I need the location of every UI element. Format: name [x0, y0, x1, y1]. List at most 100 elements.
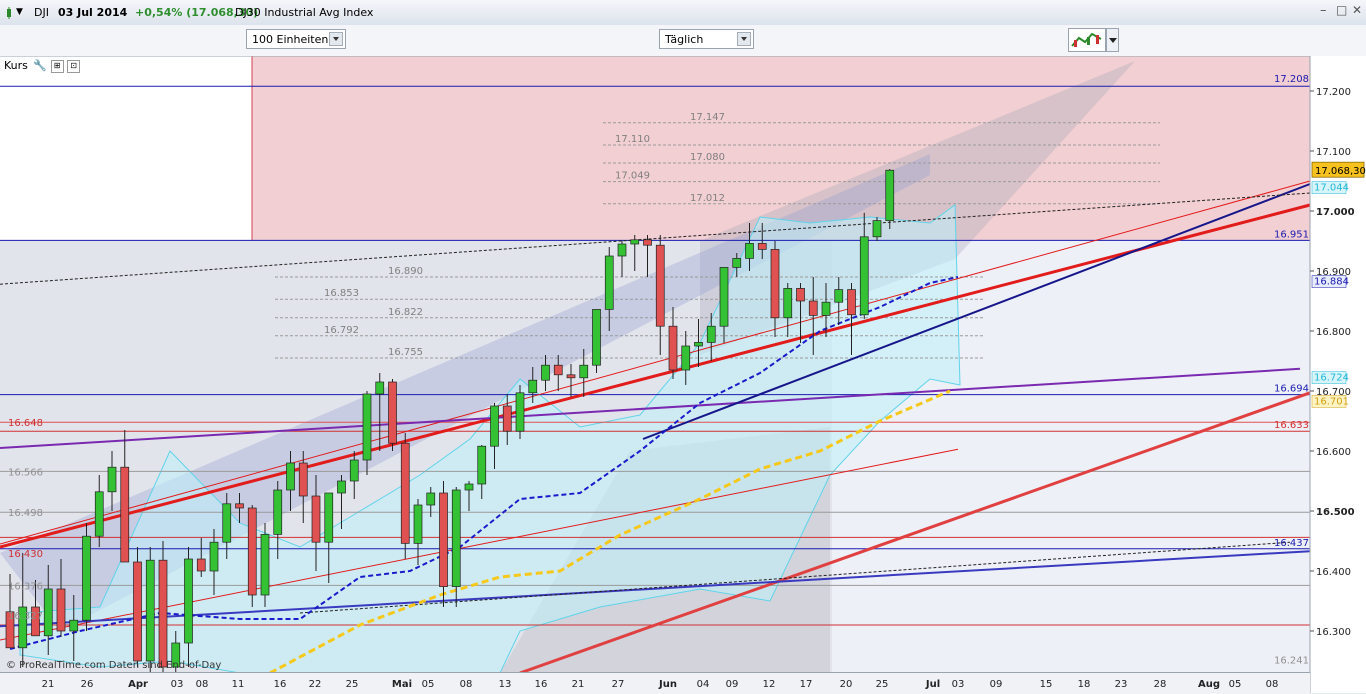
candle-body	[477, 445, 487, 485]
right-level-label: 17.208	[1274, 74, 1309, 85]
left-level-label: 16.327	[8, 611, 43, 622]
candle-body	[107, 466, 117, 493]
units-select[interactable]: 100 Einheiten	[246, 29, 346, 49]
chart-type-dropdown[interactable]	[1106, 28, 1119, 52]
candle	[885, 169, 895, 229]
fibonacci-label: 16.890	[388, 266, 423, 277]
candle-body	[82, 535, 91, 621]
candle-body	[694, 342, 703, 347]
maximize-icon[interactable]: □	[1336, 3, 1347, 17]
wrench-icon[interactable]: 🔧	[33, 59, 47, 72]
x-tick-label: 05	[1229, 679, 1242, 690]
candle-body	[515, 392, 525, 432]
candle-body	[821, 301, 831, 316]
candle	[515, 385, 525, 439]
candle-body	[56, 588, 66, 632]
candle-body	[579, 364, 589, 379]
x-tick-label: 23	[1115, 679, 1128, 690]
candle-body	[719, 267, 729, 327]
y-tick-label: 17.000	[1316, 207, 1355, 218]
x-tick-label: 26	[81, 679, 94, 690]
candle-body	[668, 325, 678, 371]
candle-body	[859, 236, 869, 316]
candle-body	[808, 300, 818, 316]
x-tick-label: 05	[422, 679, 435, 690]
candle-body	[196, 558, 206, 572]
period-select-value: Täglich	[665, 33, 704, 46]
x-tick-label: 16	[535, 679, 548, 690]
chart-toolbar: 100 Einheiten Täglich	[0, 25, 1366, 57]
y-tick-label: 16.300	[1316, 627, 1351, 638]
x-tick-label: 18	[1078, 679, 1091, 690]
x-tick-label: 08	[1266, 679, 1279, 690]
candle-body	[337, 480, 346, 494]
y-tick-label: 16.600	[1316, 447, 1351, 458]
y-tick-label: 17.100	[1316, 147, 1351, 158]
candle-body	[604, 255, 614, 310]
candle-body	[553, 364, 563, 376]
candle-body	[630, 239, 640, 245]
chevron-down-icon[interactable]	[737, 32, 751, 46]
right-level-label: 16.884	[1314, 277, 1349, 288]
candle-body	[362, 393, 372, 461]
candle	[82, 523, 91, 631]
period-select[interactable]: Täglich	[659, 29, 754, 49]
candle-body	[872, 220, 882, 238]
candle-body	[413, 504, 423, 544]
candle-body	[273, 489, 283, 535]
title-bar: ▼ DJI 03 Jul 2014 +0,54% (17.068,30) DJ3…	[0, 0, 1366, 26]
candle	[388, 379, 397, 451]
x-tick-label: 04	[697, 679, 710, 690]
candle-body	[69, 619, 79, 632]
minimize-icon[interactable]: –	[1320, 3, 1327, 18]
panel-label: Kurs	[4, 59, 28, 72]
candle-body	[120, 466, 130, 563]
candle-body	[94, 491, 104, 537]
candle-body	[541, 364, 550, 381]
candle-body	[286, 462, 295, 491]
chart-type-button[interactable]	[1068, 28, 1106, 52]
fibonacci-label: 16.822	[388, 307, 423, 318]
x-tick-label: 27	[612, 679, 625, 690]
candle-body	[184, 558, 193, 644]
x-tick-label: 09	[726, 679, 739, 690]
candle-body	[311, 495, 321, 543]
candle-body	[388, 381, 397, 444]
x-tick-label: Jun	[658, 679, 677, 690]
close-icon[interactable]: ✕	[1352, 3, 1362, 17]
x-tick-label: 12	[763, 679, 776, 690]
right-level-label: 16.951	[1274, 229, 1309, 240]
right-level-label: 16.633	[1274, 420, 1309, 431]
chevron-down-icon[interactable]	[329, 32, 343, 46]
left-level-label: 16.376	[8, 581, 43, 592]
x-tick-label: 21	[572, 679, 585, 690]
candle	[260, 523, 270, 607]
fibonacci-label: 17.049	[615, 171, 650, 182]
candle-body	[681, 345, 691, 371]
expand-icon[interactable]: ⊡	[67, 59, 81, 73]
x-tick-label: Jul	[925, 679, 940, 690]
units-select-value: 100 Einheiten	[252, 33, 329, 46]
y-tick-label: 16.400	[1316, 567, 1351, 578]
panel-header: Kurs 🔧 ⊞ ⊡	[4, 57, 81, 74]
candle-body	[502, 405, 512, 432]
x-axis: 21 26 Apr 03 08 11 16 22 25 Mai 05 08 13 16 21 27 Jun 04 0…	[42, 679, 1279, 690]
y-tick-label: 16.500	[1316, 507, 1355, 518]
candle-body	[617, 243, 627, 257]
candle-body	[490, 405, 499, 447]
dropdown-arrow-icon[interactable]: ▼	[16, 7, 23, 17]
candle-body	[375, 381, 385, 395]
y-tick-label: 17.200	[1316, 87, 1351, 98]
candle-body	[451, 489, 461, 587]
candle-body	[426, 492, 436, 506]
settings-icon[interactable]: ⊞	[50, 59, 64, 73]
candle-body	[566, 374, 576, 379]
right-level-label: 16.724	[1314, 373, 1349, 384]
right-level-label: 16.694	[1274, 384, 1309, 395]
right-level-label: 16.701	[1314, 396, 1349, 407]
candle-body	[235, 503, 244, 509]
y-tick-label: 16.800	[1316, 327, 1351, 338]
candle-body	[732, 258, 742, 268]
date-label: 03 Jul 2014	[58, 6, 128, 19]
left-level-label: 16.648	[8, 418, 43, 429]
